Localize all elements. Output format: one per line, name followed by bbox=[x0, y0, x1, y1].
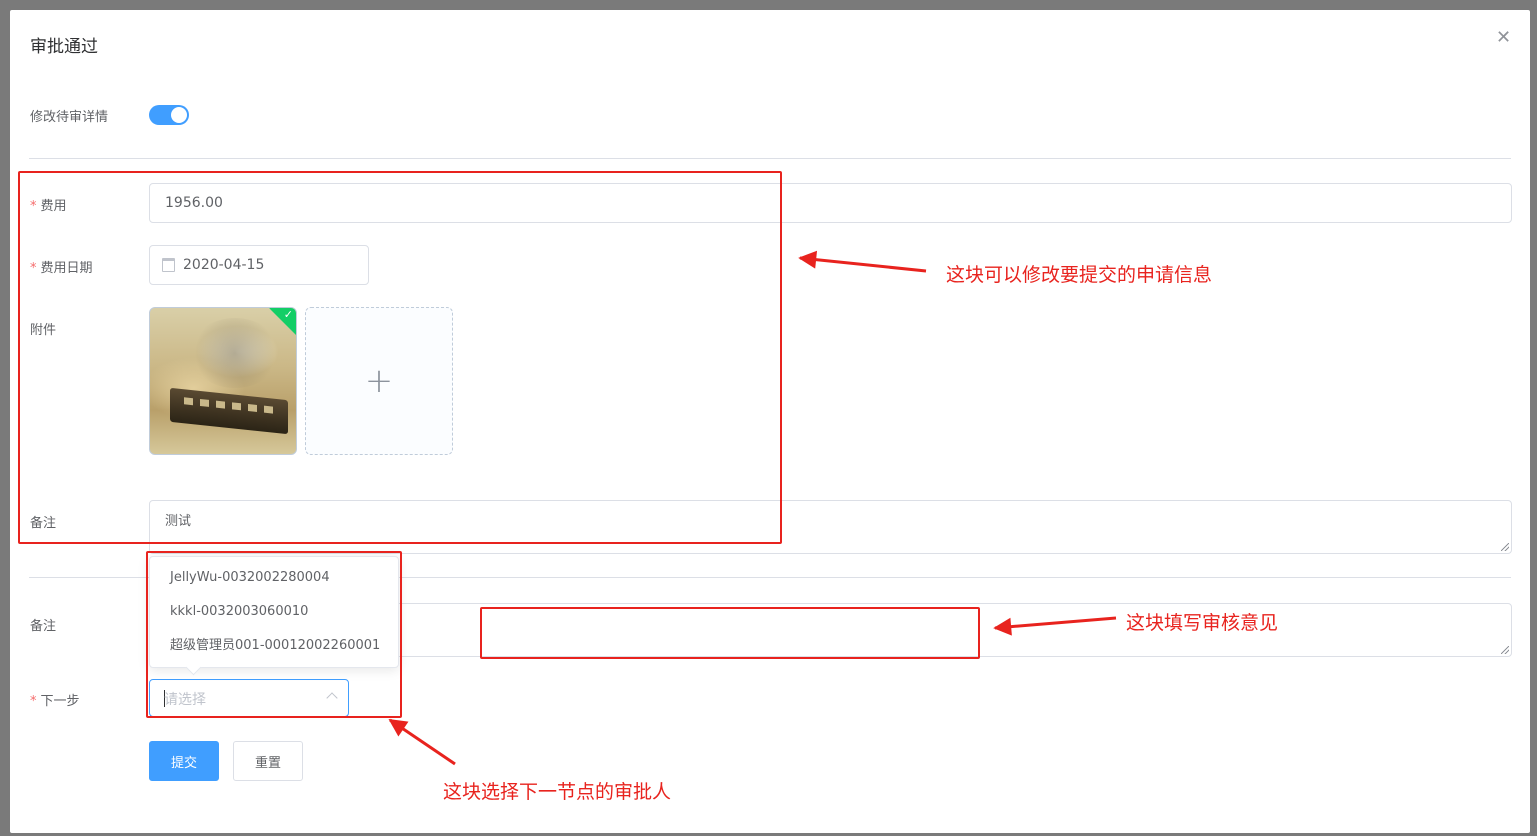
annotation-text-review: 这块填写审核意见 bbox=[1126, 612, 1279, 634]
arrow-approver bbox=[388, 718, 456, 766]
annotation-arrows bbox=[388, 250, 1117, 766]
annotation-text-edit-info: 这块可以修改要提交的申请信息 bbox=[946, 264, 1213, 286]
arrow-edit-info bbox=[798, 250, 927, 273]
arrow-review bbox=[993, 616, 1117, 636]
annotation-text-approver: 这块选择下一节点的审批人 bbox=[443, 781, 672, 803]
